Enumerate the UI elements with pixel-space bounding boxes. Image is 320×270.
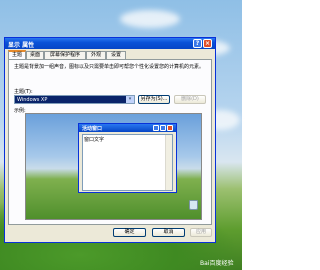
theme-panel: 主题是背景加一组声音，图标以及只需要单击即可帮您个性化设置您的计算机的元素。 主… xyxy=(8,59,212,225)
preview-window-title: 活动窗口 xyxy=(82,126,103,132)
window-title: 显示 属性 xyxy=(8,42,35,49)
display-properties-dialog: 显示 属性 ? × 主题 桌面 屏幕保护程序 外观 设置 主题是背景加一组声音，… xyxy=(4,37,216,243)
sample-label: 示例: xyxy=(14,108,26,114)
tab-desktop[interactable]: 桌面 xyxy=(26,51,44,59)
tab-settings[interactable]: 设置 xyxy=(106,51,126,59)
save-as-button[interactable]: 另存为(S)... xyxy=(138,95,170,104)
close-button[interactable]: × xyxy=(203,39,212,48)
maximize-icon xyxy=(160,125,166,131)
tab-theme[interactable]: 主题 xyxy=(8,50,26,59)
theme-dropdown[interactable]: Windows XP ▾ xyxy=(14,95,135,104)
tab-appearance[interactable]: 外观 xyxy=(86,51,106,59)
cancel-button[interactable]: 取消 xyxy=(152,228,185,237)
tab-screensaver[interactable]: 屏幕保护程序 xyxy=(44,51,86,59)
preview-window-content: 窗口文字 xyxy=(82,134,173,191)
help-button[interactable]: ? xyxy=(193,39,202,48)
ok-button[interactable]: 确定 xyxy=(113,228,146,237)
theme-description: 主题是背景加一组声音，图标以及只需要单击即可帮您个性化设置您的计算机的元素。 xyxy=(14,64,205,70)
apply-button[interactable]: 应用 xyxy=(190,228,212,237)
theme-dropdown-value: Windows XP xyxy=(17,97,48,103)
watermark: Bai百度经验 xyxy=(200,260,234,267)
title-bar[interactable]: 显示 属性 ? × xyxy=(5,38,215,49)
preview-scrollbar xyxy=(165,135,172,190)
preview-active-window: 活动窗口 窗口文字 xyxy=(78,123,177,193)
preview-title-bar: 活动窗口 xyxy=(79,124,176,132)
theme-label: 主题(T): xyxy=(14,89,33,95)
close-icon xyxy=(167,125,173,131)
chevron-down-icon[interactable]: ▾ xyxy=(126,96,134,103)
theme-preview: 活动窗口 窗口文字 xyxy=(25,113,202,220)
cloud xyxy=(120,10,180,28)
preview-window-text: 窗口文字 xyxy=(84,137,105,143)
recycle-bin-icon xyxy=(189,200,198,210)
minimize-icon xyxy=(153,125,159,131)
delete-button[interactable]: 删除(D) xyxy=(174,95,206,104)
